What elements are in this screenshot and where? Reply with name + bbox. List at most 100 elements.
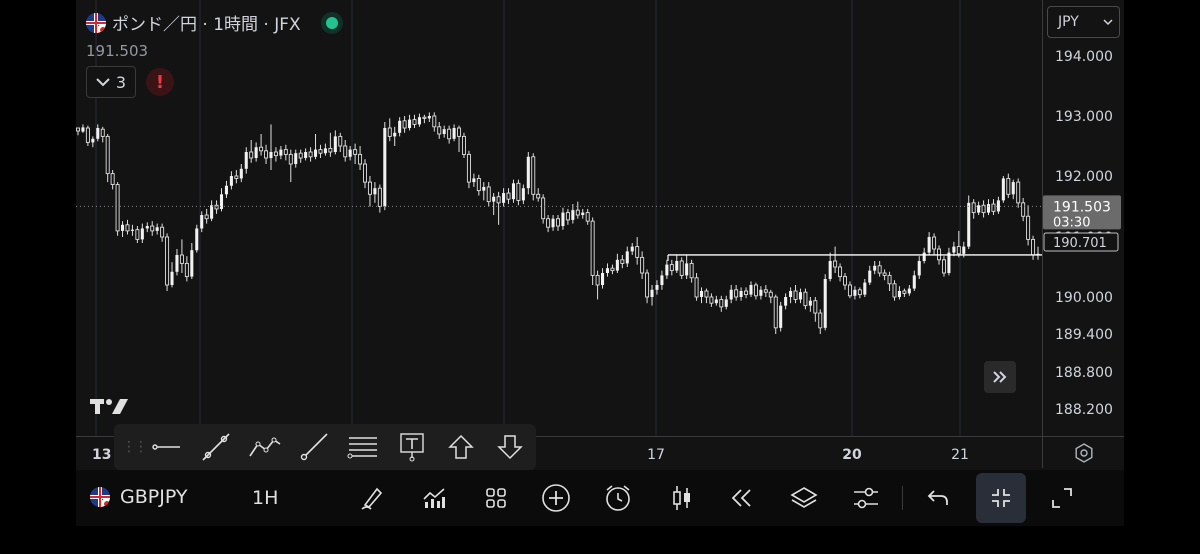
candle <box>377 184 382 213</box>
candle <box>279 146 283 160</box>
candle-body <box>408 119 412 128</box>
ray-tool[interactable] <box>289 427 338 467</box>
layers-button[interactable] <box>784 480 824 516</box>
candle-body <box>502 193 506 203</box>
fullscreen-button[interactable] <box>1042 480 1082 516</box>
chart-type-button[interactable] <box>662 480 702 516</box>
candle <box>971 199 976 219</box>
candle <box>838 263 843 282</box>
path-tool[interactable] <box>240 427 289 467</box>
price-tick-label: 188.800 <box>1055 365 1113 381</box>
candle <box>457 125 462 152</box>
candle <box>610 264 615 275</box>
arrow-up-tool[interactable] <box>436 427 485 467</box>
candle-body <box>759 289 763 296</box>
candle-body <box>635 246 640 258</box>
double-chevron-right-icon <box>993 371 1007 383</box>
candle-body <box>521 188 525 201</box>
gbpjpy-flag-icon <box>90 487 110 507</box>
arrow-down-tool[interactable] <box>485 427 534 467</box>
axis-settings-button[interactable] <box>1042 436 1124 468</box>
replay-button[interactable] <box>722 480 762 516</box>
candle-body <box>575 209 580 216</box>
candle <box>318 144 323 158</box>
candle-body <box>383 128 387 207</box>
candle <box>665 259 669 279</box>
candle <box>100 126 105 143</box>
candle-body <box>853 289 857 296</box>
candle <box>784 293 788 310</box>
candle-body <box>927 237 931 253</box>
price-tick-label: 188.200 <box>1055 402 1113 418</box>
settings-button[interactable] <box>846 480 886 516</box>
candle-body <box>367 181 372 195</box>
error-alert-icon[interactable]: ! <box>146 68 174 96</box>
candle-body <box>165 236 170 286</box>
undo-button[interactable] <box>918 480 958 516</box>
candle <box>551 215 555 231</box>
alert-button[interactable] <box>598 480 638 516</box>
candle-body <box>833 260 838 268</box>
chart-area[interactable]: ポンド／円 · 1時間 · JFX 191.503 3 ! <box>76 0 1042 436</box>
time-tick-label: 13 <box>92 447 111 463</box>
symbol-selector[interactable]: GBPJPY <box>90 486 187 508</box>
indicators-button[interactable] <box>414 480 454 516</box>
scroll-to-realtime-button[interactable] <box>984 361 1016 393</box>
candle-body <box>358 153 363 165</box>
candle-body <box>179 254 184 264</box>
text-tool[interactable] <box>387 427 436 467</box>
candle <box>977 201 981 216</box>
horizontal-line-tool[interactable] <box>142 427 191 467</box>
candle <box>442 125 446 138</box>
candle <box>759 286 763 300</box>
line-price-label: 190.701 <box>1053 236 1107 251</box>
candle <box>561 207 565 230</box>
candle <box>367 176 372 207</box>
candle-body <box>665 264 669 276</box>
candle <box>843 273 847 290</box>
candle <box>565 208 570 225</box>
candle-body <box>709 296 714 304</box>
price-axis[interactable]: 194.000193.000192.000191.000190.000189.4… <box>1042 0 1124 436</box>
candle-body <box>977 205 981 213</box>
candle <box>556 215 560 231</box>
candle-body <box>996 200 1000 212</box>
brush-button[interactable] <box>352 480 392 516</box>
candle <box>660 270 664 290</box>
candle-body <box>466 153 471 183</box>
candle <box>85 125 90 146</box>
parallel-lines-tool[interactable] <box>338 427 387 467</box>
candle <box>239 164 243 183</box>
candle <box>476 174 481 196</box>
add-button[interactable] <box>536 480 576 516</box>
candlestick-chart[interactable] <box>76 0 1042 436</box>
candle-body <box>952 246 956 253</box>
candle-body <box>145 226 149 229</box>
candle-body <box>393 132 397 137</box>
candle-body <box>536 193 541 199</box>
candle <box>967 195 971 249</box>
candle-body <box>304 152 308 158</box>
candle <box>244 147 248 174</box>
chart-indicator-icon <box>423 488 445 508</box>
trend-line-tool[interactable] <box>191 427 240 467</box>
candle <box>1006 173 1011 198</box>
drag-handle-icon[interactable]: ⋮⋮ <box>122 439 148 455</box>
indicators-toggle-button[interactable]: 3 <box>86 66 136 98</box>
candle-body <box>323 148 327 154</box>
timeframe-selector[interactable]: 1H <box>252 487 278 509</box>
candle <box>863 279 867 297</box>
templates-button[interactable] <box>476 480 516 516</box>
candle-body <box>689 262 694 279</box>
candle-body <box>967 202 971 247</box>
collapse-button[interactable] <box>976 473 1026 523</box>
layers-icon <box>790 487 818 508</box>
candle <box>323 143 327 156</box>
candle-body <box>486 186 491 203</box>
candle <box>283 144 288 161</box>
candle <box>927 232 931 255</box>
candle <box>847 281 852 299</box>
rewind-icon <box>731 489 751 507</box>
candle-body <box>333 136 337 152</box>
candle <box>273 147 278 162</box>
